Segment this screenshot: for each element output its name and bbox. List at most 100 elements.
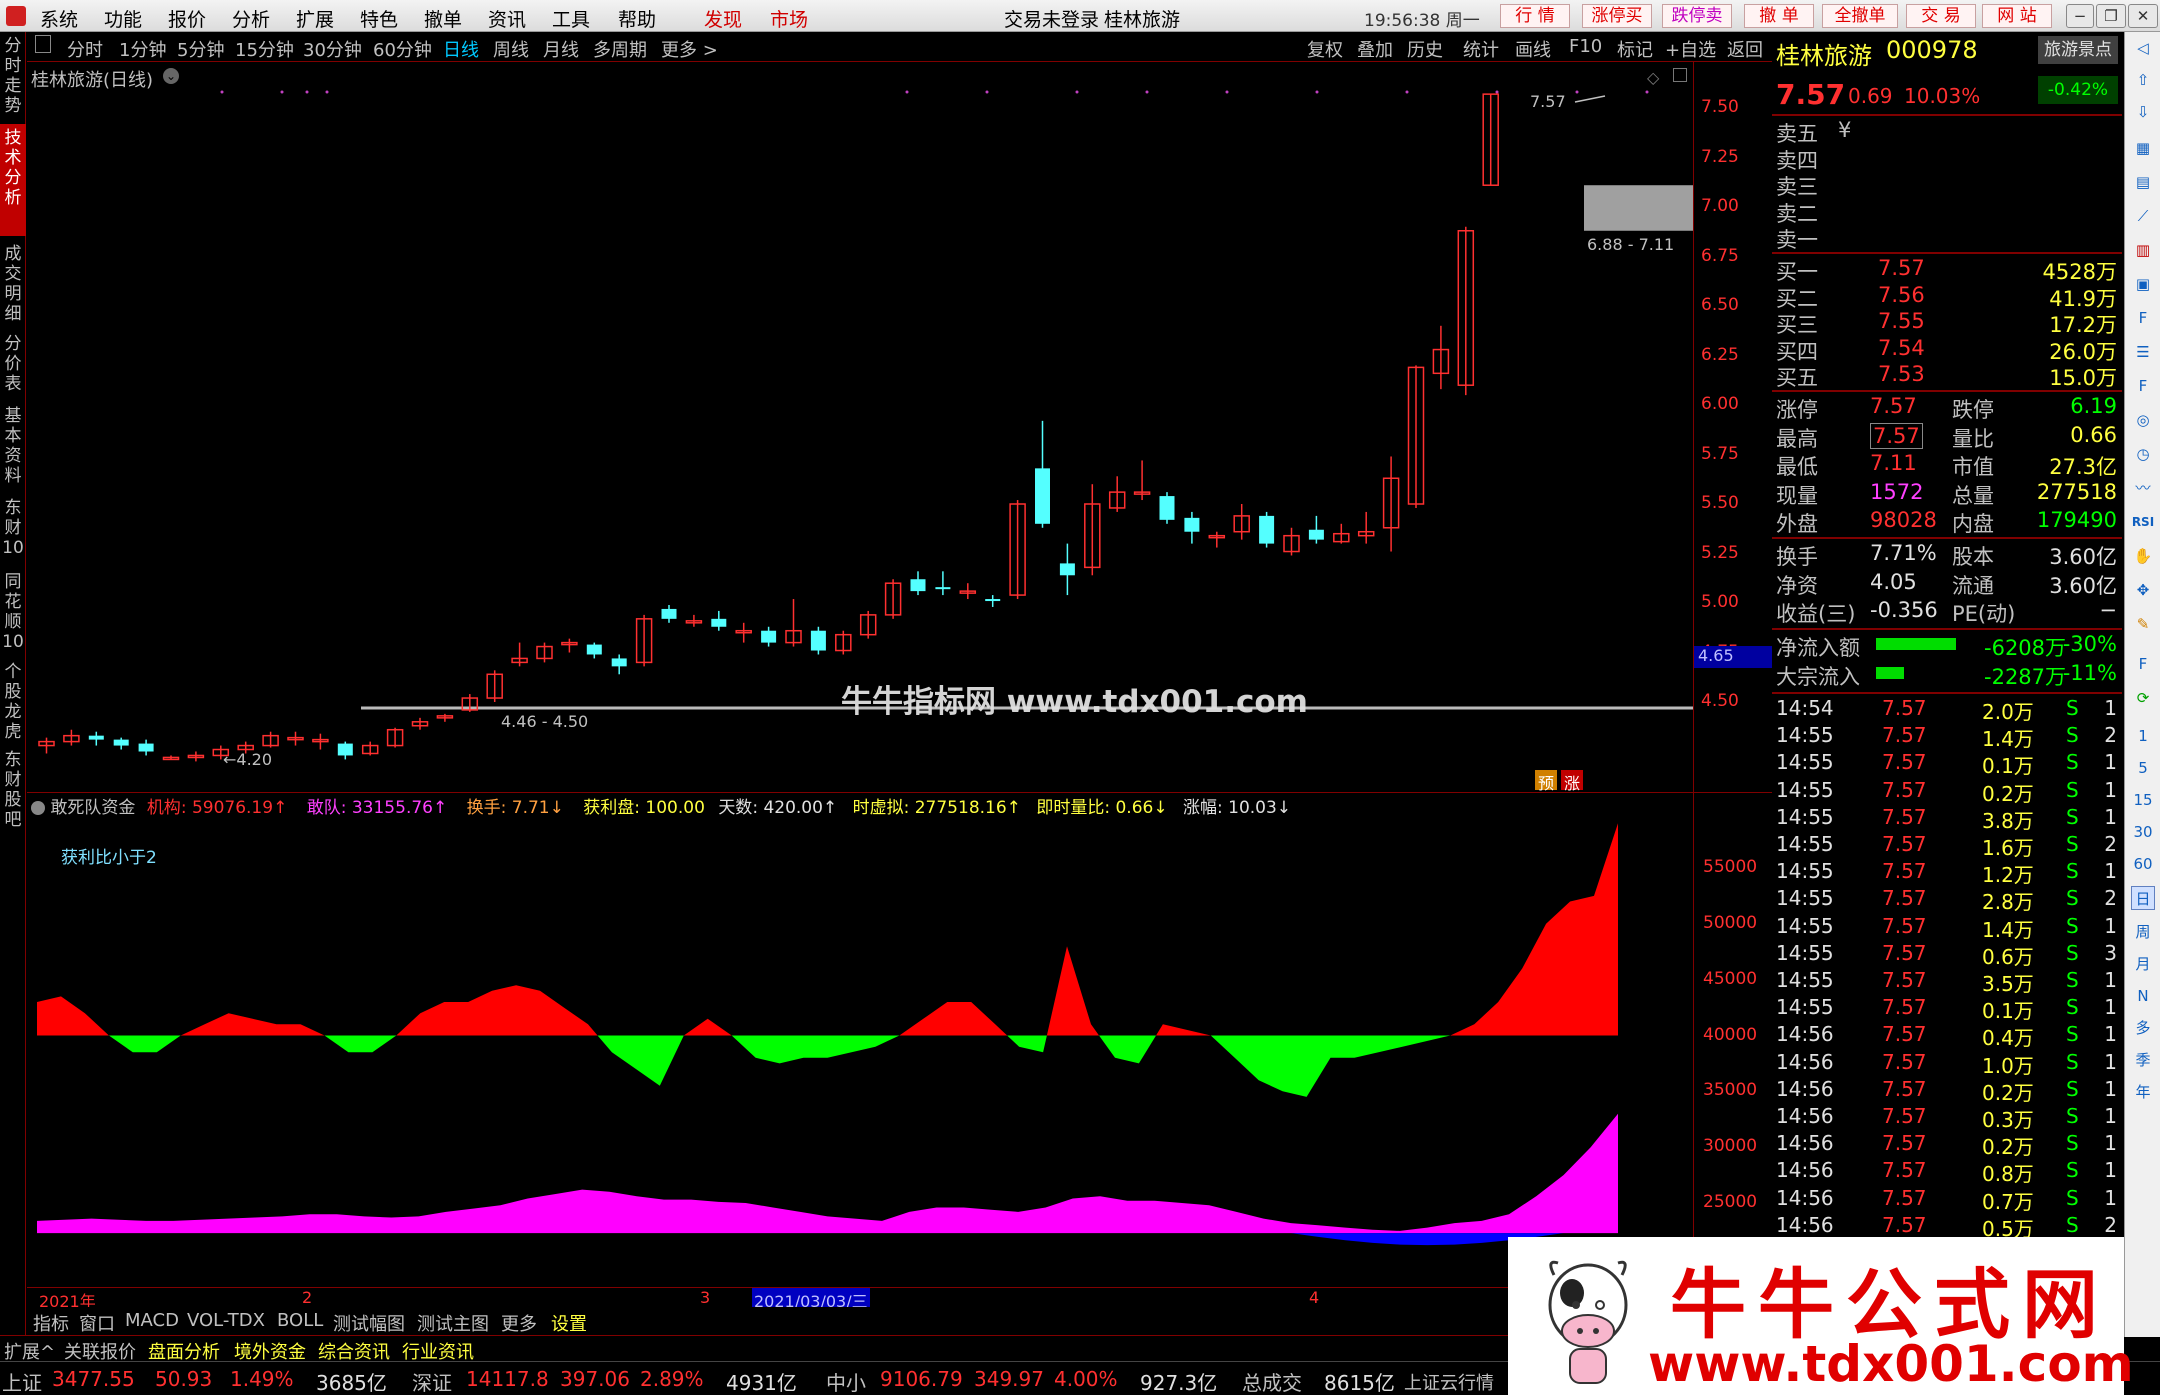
menu-item-system[interactable]: 系统 — [40, 5, 78, 32]
index-sz-name[interactable]: 深证 — [412, 1367, 452, 1395]
tab-trade-detail[interactable]: 成交明细 — [0, 244, 26, 324]
period-5-button[interactable]: 5 — [2131, 756, 2155, 780]
fs-icon[interactable]: F — [2131, 652, 2155, 676]
tab-forum[interactable]: 东财股吧 — [0, 750, 26, 830]
f10-icon[interactable]: F — [2131, 306, 2155, 330]
cancel-all-button[interactable]: 全撤单 — [1822, 4, 1898, 28]
stats-icon[interactable]: ◎ — [2131, 408, 2155, 432]
tab-window[interactable]: 窗口 — [79, 1310, 115, 1336]
tab-indicator[interactable]: 指标 — [33, 1310, 69, 1336]
index-zx-name[interactable]: 中小 — [826, 1367, 866, 1395]
period-30min[interactable]: 30分钟 — [303, 36, 362, 62]
history-button[interactable]: 历史 — [1407, 36, 1443, 62]
period-month-button[interactable]: 月 — [2131, 952, 2155, 976]
table-icon[interactable]: ▣ — [2131, 272, 2155, 296]
menu-item-function[interactable]: 功能 — [104, 5, 142, 32]
refresh-icon[interactable]: ⟳ — [2131, 686, 2155, 710]
tab-test-main[interactable]: 测试主图 — [417, 1310, 489, 1336]
list-icon[interactable]: ☰ — [2131, 340, 2155, 364]
period-n-button[interactable]: N — [2131, 984, 2155, 1008]
limit-up-buy-button[interactable]: 涨停买 — [1582, 4, 1652, 28]
tab-price-table[interactable]: 分价表 — [0, 334, 26, 394]
f2-icon[interactable]: F — [2131, 374, 2155, 398]
menu-item-analysis[interactable]: 分析 — [232, 5, 270, 32]
period-multi-button[interactable]: 多 — [2131, 1016, 2155, 1040]
tab-dragon-tiger[interactable]: 个股龙虎 — [0, 662, 26, 742]
tab-test-sub[interactable]: 测试幅图 — [333, 1310, 405, 1336]
tab-basic-info[interactable]: 基本资料 — [0, 406, 26, 486]
line-chart-icon[interactable]: ⟋ — [2131, 204, 2155, 228]
tab-boll[interactable]: BOLL — [277, 1310, 323, 1331]
indicator-panel[interactable]: 敢死队资金 机构: 59076.19↑ 敢队: 33155.76↑ 换手: 7.… — [27, 793, 1772, 1288]
cloud-quote-label[interactable]: 上证云行情 — [1404, 1369, 1494, 1395]
menu-item-tools[interactable]: 工具 — [552, 5, 590, 32]
period-1min[interactable]: 1分钟 — [119, 36, 166, 62]
mark-button[interactable]: 标记 — [1617, 36, 1653, 62]
period-60-button[interactable]: 60 — [2131, 852, 2155, 876]
clock-icon[interactable]: ◷ — [2131, 442, 2155, 466]
rsi-icon[interactable]: RSI — [2131, 510, 2155, 534]
trade-button[interactable]: 交 易 — [1906, 4, 1976, 28]
period-more[interactable]: 更多 > — [661, 36, 718, 62]
minimize-button[interactable]: − — [2066, 4, 2094, 28]
panel-toggle-icon[interactable] — [35, 35, 51, 53]
tab-settings[interactable]: 设置 — [551, 1310, 587, 1336]
menu-item-market[interactable]: 市场 — [770, 5, 808, 32]
arrow-left-icon[interactable]: ◁ — [2131, 36, 2155, 60]
move-icon[interactable]: ✥ — [2131, 578, 2155, 602]
calculator-icon[interactable]: ▦ — [2131, 136, 2155, 160]
period-day-button[interactable]: 日 — [2131, 886, 2155, 910]
period-quarter-button[interactable]: 季 — [2131, 1048, 2155, 1072]
period-weekly[interactable]: 周线 — [493, 36, 529, 62]
add-watchlist-button[interactable]: +自选 — [1665, 36, 1716, 62]
period-year-button[interactable]: 年 — [2131, 1080, 2155, 1104]
period-1-button[interactable]: 1 — [2131, 724, 2155, 748]
menu-item-cancel[interactable]: 撤单 — [424, 5, 462, 32]
tab-more[interactable]: 更多 — [501, 1310, 537, 1336]
close-button[interactable]: ✕ — [2128, 4, 2158, 28]
website-button[interactable]: 网 站 — [1982, 4, 2052, 28]
pencil-icon[interactable]: ✎ — [2131, 612, 2155, 636]
menu-item-extend[interactable]: 扩展 — [296, 5, 334, 32]
draw-line-button[interactable]: 画线 — [1515, 36, 1551, 62]
period-15-button[interactable]: 15 — [2131, 788, 2155, 812]
tab-technical-analysis[interactable]: 技术分析 — [0, 124, 26, 236]
tab-time-chart[interactable]: 分时走势 — [0, 36, 26, 116]
ad-banner[interactable]: 牛牛公式网 www.tdx001.com — [1508, 1237, 2134, 1395]
period-daily[interactable]: 日线 — [443, 36, 479, 62]
arrow-down-icon[interactable]: ⇩ — [2131, 100, 2155, 124]
candle-icon[interactable]: ▥ — [2131, 238, 2155, 262]
period-30-button[interactable]: 30 — [2131, 820, 2155, 844]
tab-ths-10[interactable]: 同花顺10 — [0, 572, 26, 652]
restore-right-button[interactable]: 复权 — [1307, 36, 1343, 62]
index-sh-name[interactable]: 上证 — [2, 1367, 42, 1395]
period-minute-chart[interactable]: 分时 — [67, 36, 103, 62]
hand-icon[interactable]: ✋ — [2131, 544, 2155, 568]
tab-dongcai-10[interactable]: 东财10 — [0, 498, 26, 558]
restore-button[interactable]: ❐ — [2096, 4, 2126, 28]
sector-tag[interactable]: 旅游景点 — [2038, 36, 2118, 64]
limit-down-sell-button[interactable]: 跌停卖 — [1662, 4, 1732, 28]
arrow-up-icon[interactable]: ⇧ — [2131, 68, 2155, 92]
menu-item-quote[interactable]: 报价 — [168, 5, 206, 32]
period-week-button[interactable]: 周 — [2131, 920, 2155, 944]
menu-item-help[interactable]: 帮助 — [618, 5, 656, 32]
menu-item-feature[interactable]: 特色 — [360, 5, 398, 32]
menu-item-discover[interactable]: 发现 — [704, 5, 742, 32]
period-5min[interactable]: 5分钟 — [177, 36, 224, 62]
quote-button[interactable]: 行 情 — [1500, 4, 1570, 28]
cancel-order-button[interactable]: 撤 单 — [1744, 4, 1814, 28]
f10-button[interactable]: F10 — [1569, 36, 1602, 57]
period-15min[interactable]: 15分钟 — [235, 36, 294, 62]
tab-vol-tdx[interactable]: VOL-TDX — [187, 1310, 265, 1331]
back-button[interactable]: 返回 — [1727, 36, 1763, 62]
grid-icon[interactable]: ▤ — [2131, 170, 2155, 194]
period-60min[interactable]: 60分钟 — [373, 36, 432, 62]
menu-item-news[interactable]: 资讯 — [488, 5, 526, 32]
period-monthly[interactable]: 月线 — [543, 36, 579, 62]
main-chart-area[interactable]: 桂林旅游(日线) ⌄ ◇ 7.50 7.25 7.00 6.75 6.50 6.25 6.0… — [27, 62, 1772, 793]
tab-macd[interactable]: MACD — [125, 1310, 179, 1331]
wave-icon[interactable]: 〰 — [2131, 476, 2155, 500]
overlay-button[interactable]: 叠加 — [1357, 36, 1393, 62]
period-multi[interactable]: 多周期 — [593, 36, 647, 62]
